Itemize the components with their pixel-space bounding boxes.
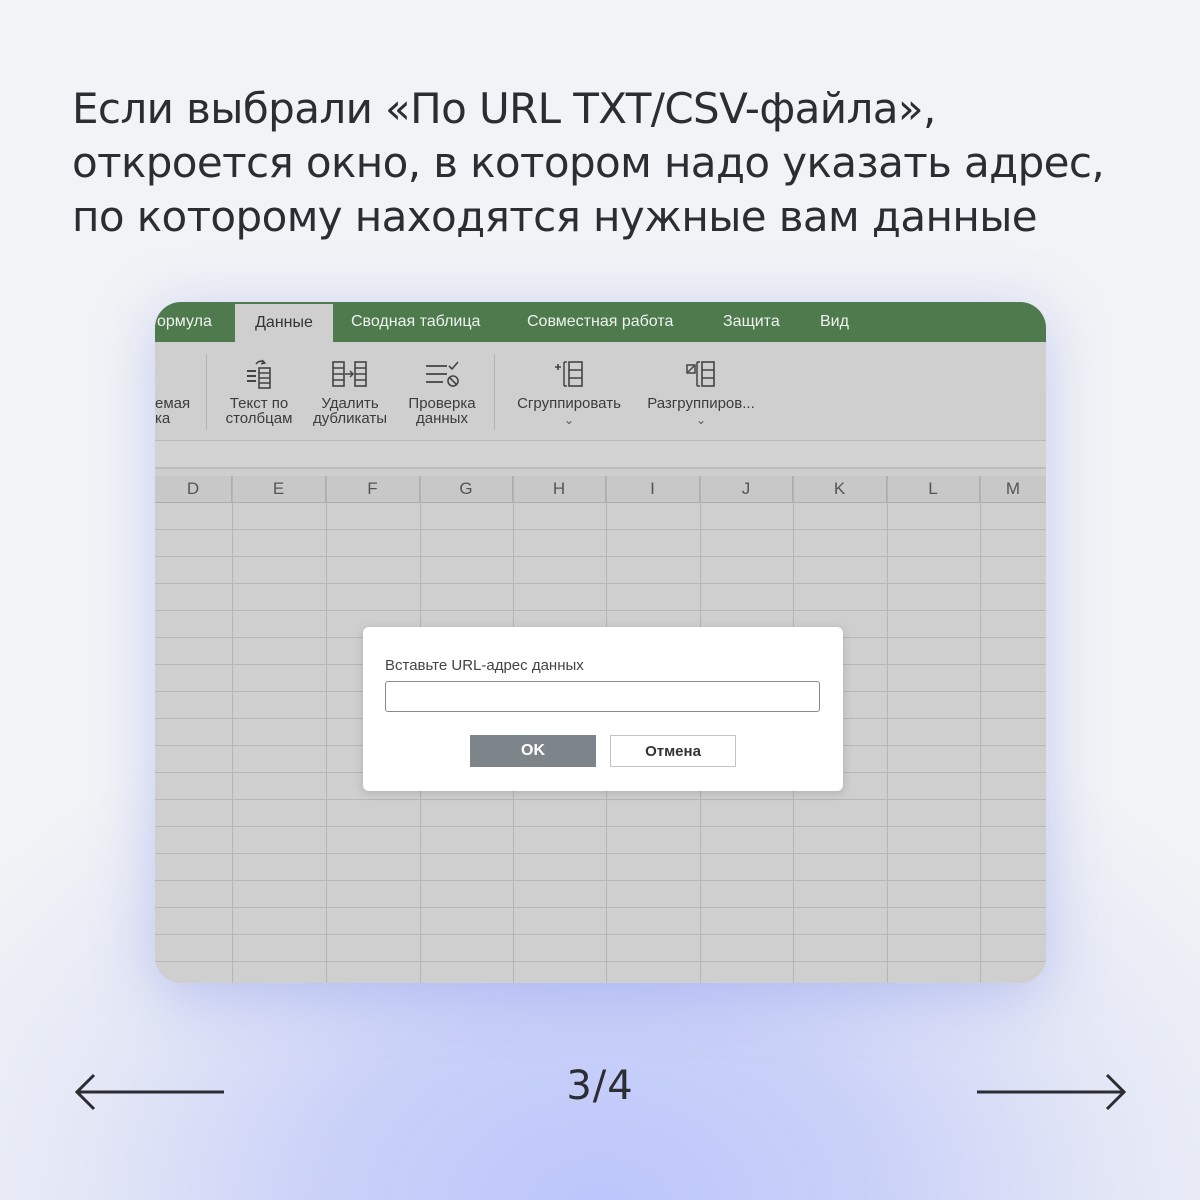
headline-line-3: по которому находятся нужные вам данные — [72, 192, 1038, 241]
grid-column-line — [887, 476, 888, 983]
url-input[interactable] — [385, 681, 820, 712]
cut-off-ribbon-item[interactable]: емая ка — [155, 396, 190, 426]
column-header-m[interactable]: M — [980, 476, 1046, 502]
ribbon-toolbar: емая ка Текст по столбцам Удалить дублик… — [155, 342, 1046, 441]
headline: Если выбрали «По URL TXT/CSV-файла», отк… — [72, 82, 1152, 244]
page-indicator: 3/4 — [566, 1063, 634, 1109]
cancel-button[interactable]: Отмена — [610, 735, 736, 767]
spreadsheet-window: ормула Данные Сводная таблица Совместная… — [155, 302, 1046, 983]
remove-duplicates-button[interactable]: Удалить дубликаты — [307, 356, 393, 426]
ok-button[interactable]: OK — [470, 735, 596, 767]
column-header-h[interactable]: H — [513, 476, 606, 502]
tab-collaboration[interactable]: Совместная работа — [527, 302, 673, 342]
url-dialog-label: Вставьте URL-адрес данных — [385, 657, 584, 674]
ungroup-button[interactable]: Разгруппиров... ⌄ — [639, 356, 763, 428]
remove-duplicates-icon — [307, 356, 393, 392]
next-arrow-icon[interactable] — [975, 1072, 1127, 1117]
headline-line-1: Если выбрали «По URL TXT/CSV-файла», — [72, 84, 936, 133]
column-header-g[interactable]: G — [420, 476, 513, 502]
column-header-l[interactable]: L — [887, 476, 980, 502]
column-header-d[interactable]: D — [155, 476, 232, 502]
ribbon-tab-bar: ормула Данные Сводная таблица Совместная… — [155, 302, 1046, 342]
column-header-j[interactable]: J — [700, 476, 793, 502]
formula-bar[interactable] — [155, 441, 1046, 469]
group-button[interactable]: Сгруппировать ⌄ — [509, 356, 629, 428]
group-icon — [509, 356, 629, 392]
tab-view[interactable]: Вид — [820, 302, 849, 342]
headline-line-2: откроется окно, в котором надо указать а… — [72, 138, 1105, 187]
tab-data[interactable]: Данные — [235, 304, 333, 342]
tab-formula[interactable]: ормула — [157, 302, 212, 342]
text-to-columns-button[interactable]: Текст по столбцам — [219, 356, 299, 426]
chevron-down-icon: ⌄ — [563, 413, 575, 427]
url-dialog: Вставьте URL-адрес данных OK Отмена — [363, 627, 843, 791]
tab-protection[interactable]: Защита — [723, 302, 780, 342]
previous-arrow-icon[interactable] — [74, 1072, 226, 1117]
chevron-down-icon: ⌄ — [695, 413, 707, 427]
column-header-k[interactable]: K — [793, 476, 887, 502]
column-header-row: D E F G H I J K L M — [155, 476, 1046, 503]
ribbon-separator — [494, 354, 495, 430]
text-to-columns-icon — [219, 356, 299, 392]
data-validation-button[interactable]: Проверка данных — [401, 356, 483, 426]
column-header-i[interactable]: I — [606, 476, 700, 502]
ribbon-separator — [206, 354, 207, 430]
grid-column-line — [232, 476, 233, 983]
column-header-f[interactable]: F — [326, 476, 420, 502]
column-header-e[interactable]: E — [232, 476, 326, 502]
ungroup-icon — [639, 356, 763, 392]
data-validation-icon — [401, 356, 483, 392]
grid-column-line — [326, 476, 327, 983]
tab-pivot-table[interactable]: Сводная таблица — [351, 302, 480, 342]
grid-column-line — [980, 476, 981, 983]
